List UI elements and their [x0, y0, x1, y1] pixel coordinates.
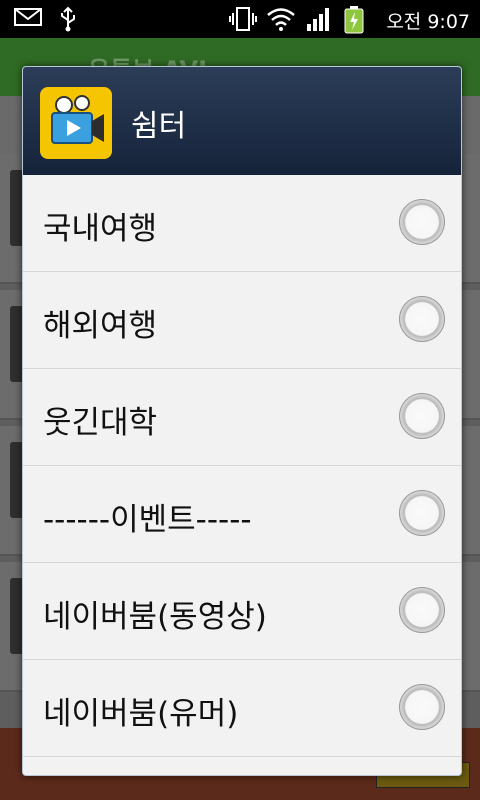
status-bar: 오전 9:07: [0, 0, 480, 38]
dialog-header: 쉼터: [23, 67, 461, 175]
option-item[interactable]: 웃긴대학: [23, 369, 461, 466]
option-label: 국내여행: [43, 211, 158, 247]
usb-icon: [58, 6, 78, 36]
option-label: 네이버붐(동영상): [43, 599, 267, 635]
mail-icon: [14, 6, 42, 32]
option-item[interactable]: ------이벤트-----: [23, 466, 461, 563]
option-item[interactable]: 네이버붐(동영상): [23, 563, 461, 660]
radio-button[interactable]: [399, 684, 445, 730]
option-label: 웃긴대학: [43, 405, 158, 441]
option-label: 네이버붐(유머): [43, 696, 239, 732]
signal-icon: [306, 6, 332, 36]
radio-button[interactable]: [399, 490, 445, 536]
dialog-title: 쉼터: [131, 109, 187, 144]
wifi-icon: [266, 6, 296, 36]
radio-button[interactable]: [399, 296, 445, 342]
option-item[interactable]: 국내여행: [23, 175, 461, 272]
option-list: 국내여행 해외여행 웃긴대학 ------이벤트----- 네이버붐(동영상) …: [23, 175, 461, 757]
radio-button[interactable]: [399, 587, 445, 633]
radio-button[interactable]: [399, 199, 445, 245]
option-item[interactable]: 네이버붐(유머): [23, 660, 461, 757]
option-label: 해외여행: [43, 308, 158, 344]
option-label: ------이벤트-----: [43, 502, 252, 538]
video-camera-icon: [40, 87, 112, 159]
category-dialog: 쉼터 국내여행 해외여행 웃긴대학 ------이벤트----- 네이버붐(동영…: [22, 66, 462, 776]
status-time: 오전 9:07: [386, 11, 470, 33]
battery-icon: [344, 6, 364, 38]
vibrate-icon: [228, 6, 258, 36]
radio-button[interactable]: [399, 393, 445, 439]
option-item[interactable]: 해외여행: [23, 272, 461, 369]
